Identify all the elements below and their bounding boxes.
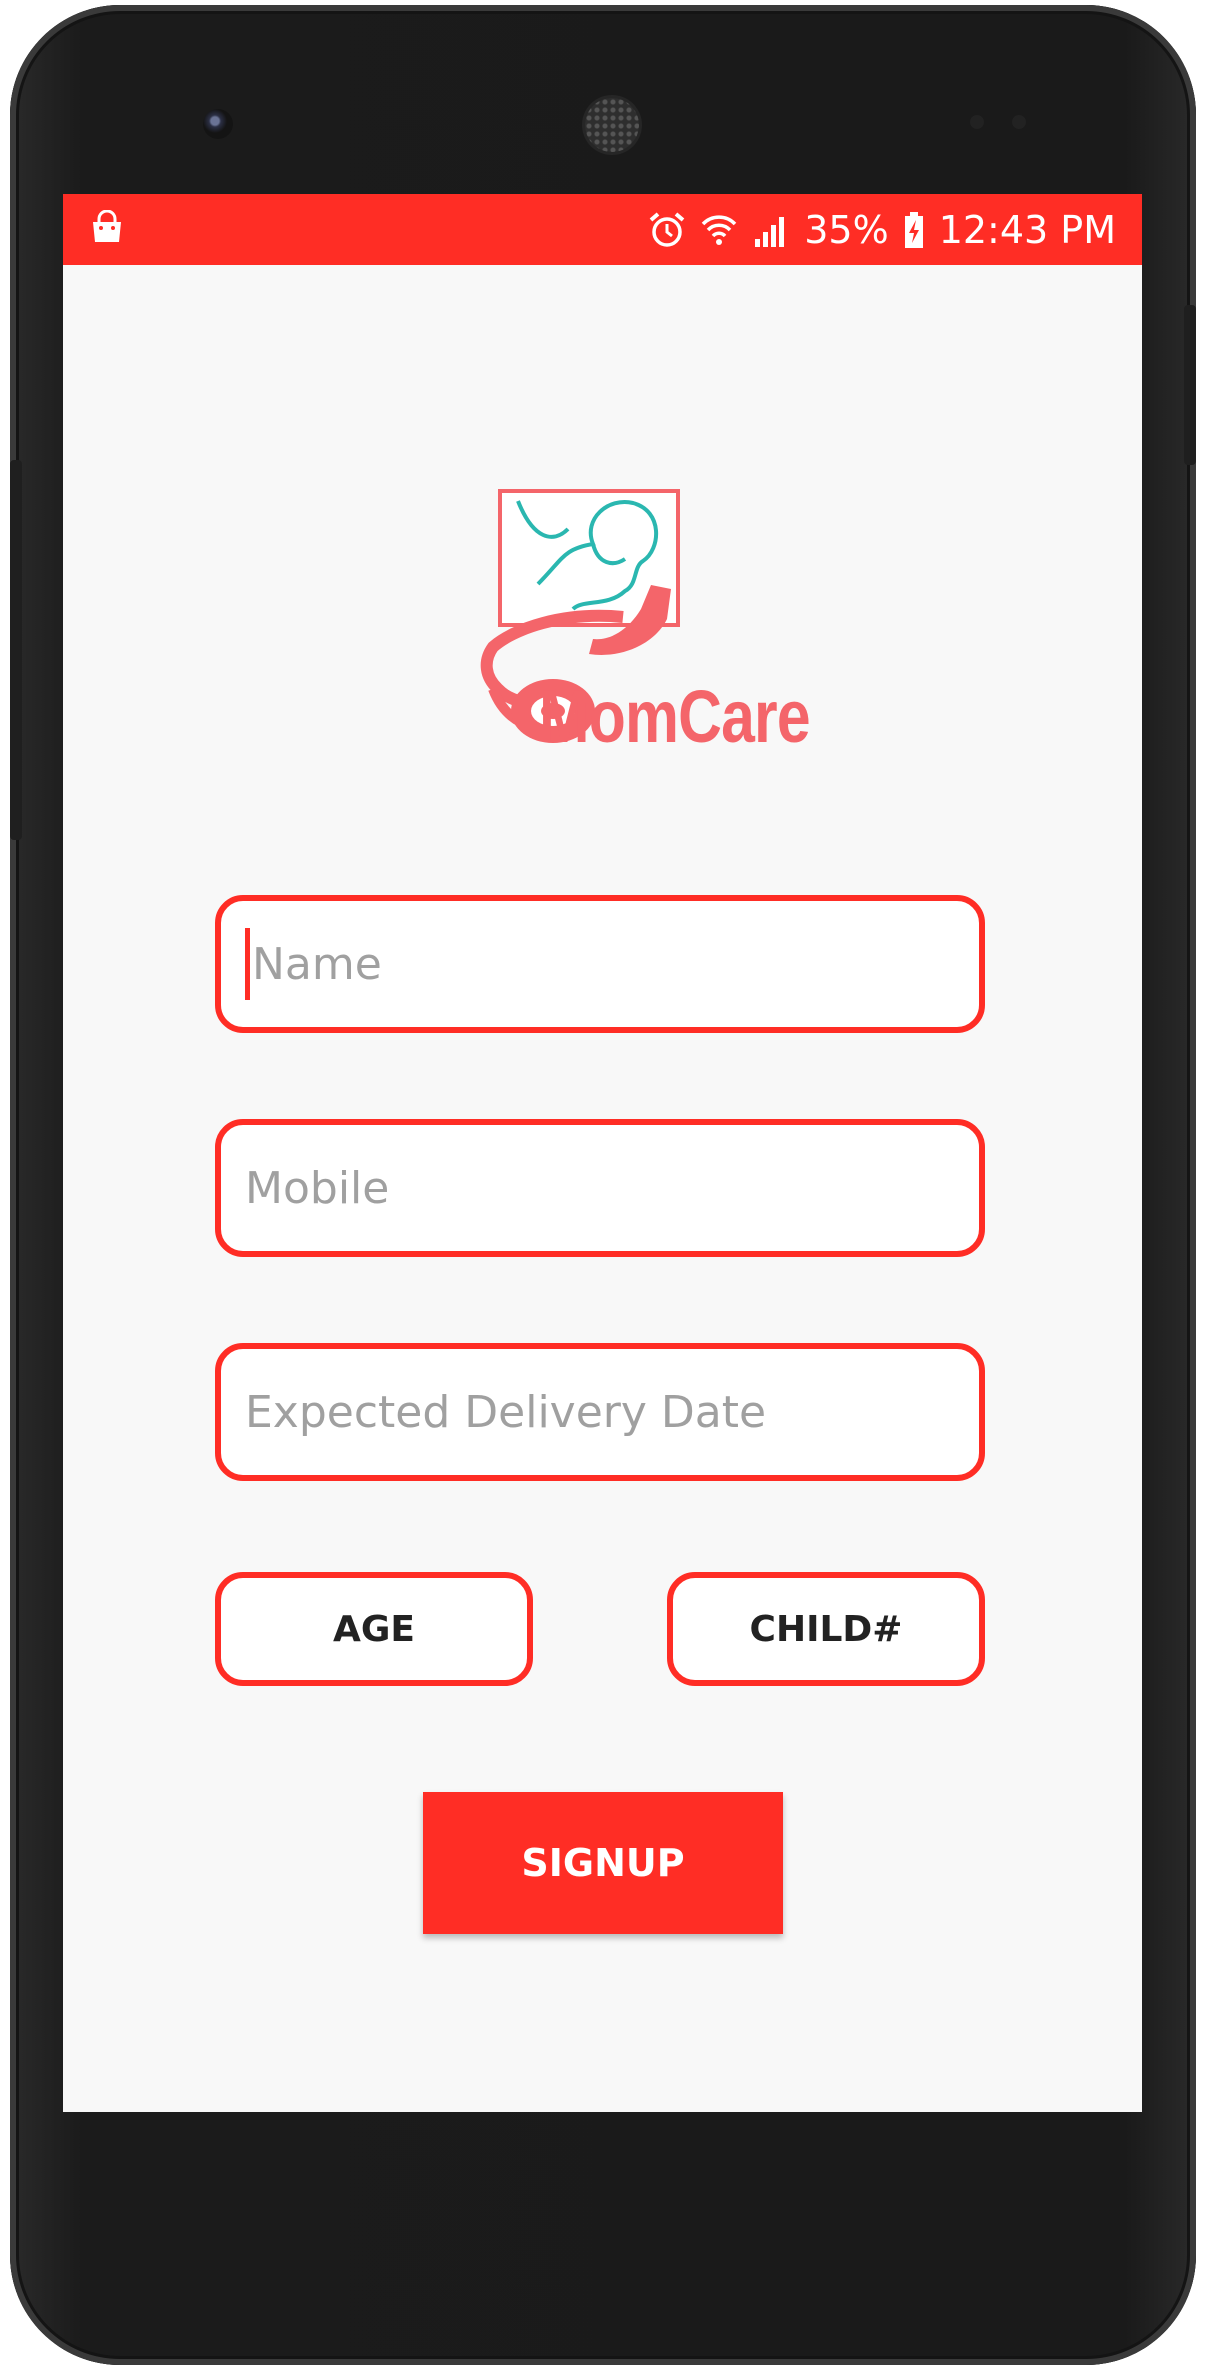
light-sensor bbox=[1012, 115, 1026, 129]
mobile-placeholder: Mobile bbox=[245, 1162, 390, 1214]
logo-text: MomCare bbox=[539, 675, 811, 758]
status-indicators: 35% 12:43 PM bbox=[648, 194, 1116, 265]
proximity-sensor bbox=[970, 115, 984, 129]
clock: 12:43 PM bbox=[938, 207, 1116, 252]
expected-delivery-date-placeholder: Expected Delivery Date bbox=[245, 1386, 767, 1438]
app-screen: 35% 12:43 PM MomCare Name Mobile Expecte… bbox=[63, 194, 1142, 2112]
earpiece-speaker bbox=[585, 98, 639, 152]
power-button bbox=[1184, 305, 1196, 465]
name-input[interactable]: Name bbox=[215, 895, 985, 1033]
battery-charging-icon bbox=[904, 211, 923, 248]
device-frame: 35% 12:43 PM MomCare Name Mobile Expecte… bbox=[0, 0, 1210, 2375]
age-button[interactable]: AGE bbox=[215, 1572, 533, 1686]
signup-button[interactable]: SIGNUP bbox=[423, 1792, 783, 1934]
alarm-icon bbox=[649, 211, 685, 247]
name-placeholder: Name bbox=[252, 938, 382, 990]
shopping-bag-icon bbox=[93, 210, 121, 242]
volume-button bbox=[10, 460, 22, 840]
expected-delivery-date-input[interactable]: Expected Delivery Date bbox=[215, 1343, 985, 1481]
signal-icon bbox=[755, 216, 785, 247]
wifi-icon bbox=[701, 214, 737, 245]
mobile-input[interactable]: Mobile bbox=[215, 1119, 985, 1257]
text-cursor bbox=[245, 928, 250, 1000]
front-camera-icon bbox=[203, 109, 233, 139]
child-count-button[interactable]: CHILD# bbox=[667, 1572, 985, 1686]
battery-percent: 35% bbox=[804, 207, 889, 252]
status-bar: 35% 12:43 PM bbox=[63, 194, 1142, 265]
